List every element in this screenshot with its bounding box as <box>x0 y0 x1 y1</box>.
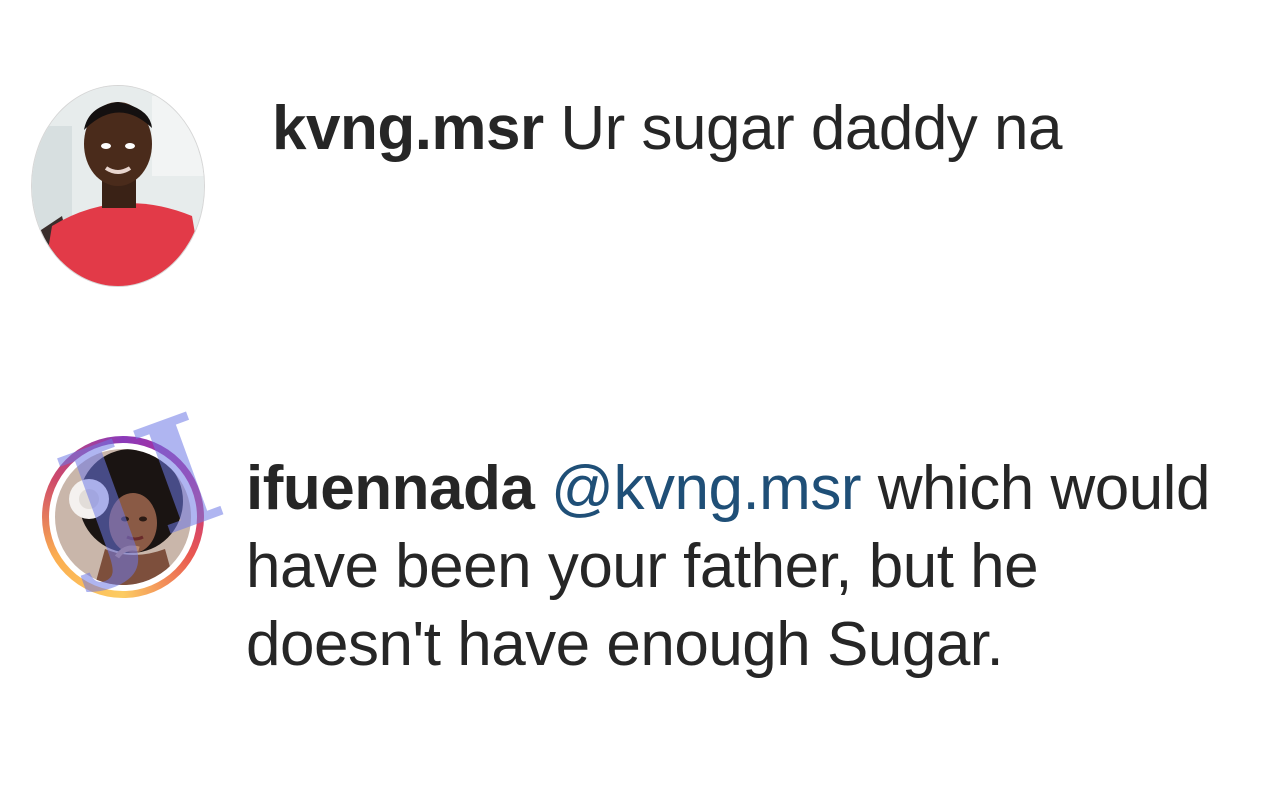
comment-text: kvng.msr Ur sugar daddy na <box>272 90 1262 168</box>
avatar[interactable] <box>32 86 204 286</box>
comment-item: ifuennada @kvng.msr which would have bee… <box>0 430 1280 679</box>
profile-photo-icon <box>32 86 204 286</box>
comment-username[interactable]: kvng.msr <box>272 94 544 163</box>
comment-text: ifuennada @kvng.msr which would have bee… <box>246 450 1246 684</box>
comment-item: kvng.msr Ur sugar daddy na <box>0 80 1280 290</box>
avatar[interactable] <box>55 449 191 585</box>
comment-username[interactable]: ifuennada <box>246 454 535 523</box>
comment-body: Ur sugar daddy na <box>560 94 1062 163</box>
profile-photo-icon <box>55 449 191 585</box>
comment-mention-link[interactable]: @kvng.msr <box>551 454 861 523</box>
story-ring[interactable] <box>42 436 204 598</box>
